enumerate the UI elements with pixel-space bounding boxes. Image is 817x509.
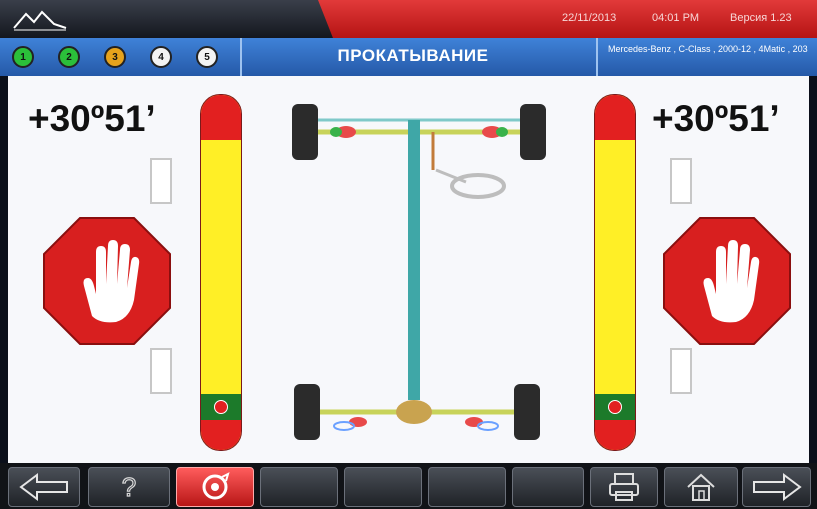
step-4[interactable]: 4 [150, 46, 172, 68]
right-level-gauge [594, 94, 636, 451]
help-icon: ? [121, 472, 137, 502]
toolbar-blank-3[interactable] [428, 467, 506, 507]
right-stop-hand-icon [663, 217, 791, 345]
top-bar: 22/11/2013 04:01 PM Версия 1.23 [0, 0, 817, 38]
right-angle-value: +30º51’ [652, 98, 780, 139]
vehicle-diagram [292, 104, 546, 440]
help-button[interactable]: ? [88, 467, 170, 507]
main-panel: +30º51’ +30º51’ [8, 76, 809, 463]
step-3[interactable]: 3 [104, 46, 126, 68]
left-level-gauge [200, 94, 242, 451]
right-upper-indicator [670, 158, 692, 204]
app-window: 22/11/2013 04:01 PM Версия 1.23 1 2 3 4 … [0, 0, 817, 509]
vehicle-info: Mercedes-Benz , C-Class , 2000-12 , 4Mat… [608, 44, 808, 54]
home-button[interactable] [664, 467, 738, 507]
next-button[interactable] [742, 467, 811, 507]
left-stop-hand-icon [43, 217, 171, 345]
divider [596, 38, 598, 76]
home-icon [687, 473, 715, 501]
print-button[interactable] [590, 467, 658, 507]
left-gauge-marker [201, 394, 241, 420]
step-indicators: 1 2 3 4 5 [12, 46, 218, 68]
date-text: 22/11/2013 [562, 12, 617, 24]
toolbar-blank-2[interactable] [344, 467, 422, 507]
left-upper-indicator [150, 158, 172, 204]
back-button[interactable] [8, 467, 80, 507]
right-lower-indicator [670, 348, 692, 394]
page-title: ПРОКАТЫВАНИЕ [337, 46, 489, 65]
runout-button[interactable] [176, 467, 254, 507]
left-lower-indicator [150, 348, 172, 394]
step-2[interactable]: 2 [58, 46, 80, 68]
right-gauge-marker [595, 394, 635, 420]
runout-icon [202, 472, 230, 500]
step-bar: 1 2 3 4 5 ПРОКАТЫВАНИЕ Mercedes-Benz , C… [0, 38, 817, 76]
version-text: Версия 1.23 [730, 12, 792, 24]
time-text: 04:01 PM [652, 12, 700, 24]
step-5[interactable]: 5 [196, 46, 218, 68]
svg-text:?: ? [122, 472, 136, 502]
left-angle-value: +30º51’ [28, 98, 156, 139]
toolbar-blank-4[interactable] [512, 467, 584, 507]
arrow-left-icon [19, 473, 68, 501]
arrow-right-icon [752, 473, 802, 501]
step-1[interactable]: 1 [12, 46, 34, 68]
printer-icon [609, 473, 639, 501]
brand-logo [13, 10, 67, 31]
toolbar-blank-1[interactable] [260, 467, 338, 507]
